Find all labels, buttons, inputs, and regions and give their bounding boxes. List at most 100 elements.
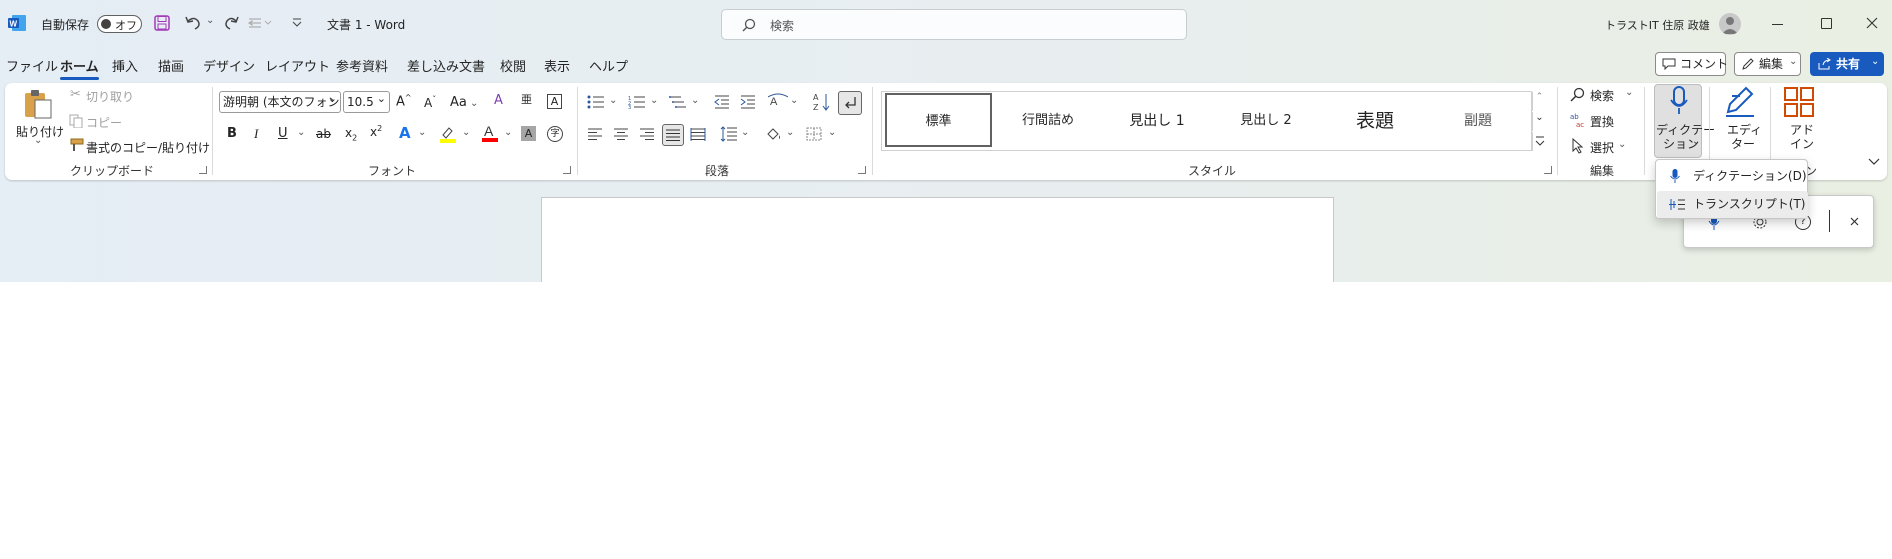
align-center-icon[interactable] bbox=[613, 128, 629, 141]
tab-mailings[interactable]: 差し込み文書 bbox=[407, 56, 485, 75]
format-painter-button[interactable]: 書式のコピー/貼り付け bbox=[86, 139, 210, 156]
shading-dropdown-icon[interactable]: ⌄ bbox=[786, 127, 794, 138]
word-app-icon[interactable]: W bbox=[8, 15, 26, 31]
borders-dropdown-icon[interactable]: ⌄ bbox=[828, 127, 836, 138]
character-shading-icon[interactable]: A bbox=[521, 126, 536, 141]
sort-icon[interactable]: AZ bbox=[813, 92, 831, 112]
styles-scroll-down-icon[interactable]: ⌄ bbox=[1532, 112, 1546, 131]
font-name-combo[interactable]: 游明朝 (本文のフォン bbox=[219, 91, 341, 113]
justify-icon[interactable] bbox=[662, 124, 684, 146]
align-right-icon[interactable] bbox=[639, 128, 655, 141]
menu-item-dictation[interactable]: ディクテーション(D) bbox=[1656, 163, 1807, 190]
grow-font-icon[interactable]: A^ bbox=[396, 93, 412, 109]
font-color-dropdown-icon[interactable]: ⌄ bbox=[504, 127, 512, 138]
subscript-icon[interactable]: x2 bbox=[345, 126, 357, 142]
underline-icon[interactable]: U bbox=[278, 126, 288, 141]
close-dictation-icon[interactable] bbox=[1850, 217, 1859, 226]
tab-draw[interactable]: 描画 bbox=[158, 56, 184, 75]
bullets-dropdown-icon[interactable]: ⌄ bbox=[609, 95, 617, 106]
menu-item-transcribe[interactable]: トランスクリプト(T) bbox=[1657, 191, 1808, 218]
text-effects-icon[interactable]: A bbox=[399, 124, 411, 142]
line-spacing-icon[interactable] bbox=[720, 126, 738, 142]
undo-icon[interactable] bbox=[184, 14, 202, 32]
style-subtitle[interactable]: 副題 bbox=[1431, 92, 1525, 150]
save-icon[interactable] bbox=[154, 15, 170, 31]
style-heading2[interactable]: 見出し 2 bbox=[1213, 92, 1319, 150]
close-icon[interactable] bbox=[1866, 17, 1878, 29]
highlight-icon[interactable] bbox=[440, 125, 456, 143]
tab-references[interactable]: 参考資料 bbox=[336, 56, 388, 75]
select-dropdown-icon[interactable]: ⌄ bbox=[1618, 139, 1626, 150]
numbering-dropdown-icon[interactable]: ⌄ bbox=[650, 95, 658, 106]
redo-icon[interactable] bbox=[222, 14, 240, 32]
undo-dropdown-icon[interactable]: ⌄ bbox=[206, 15, 214, 26]
tab-home[interactable]: ホーム bbox=[60, 56, 99, 80]
editor-icon[interactable] bbox=[1724, 86, 1756, 118]
underline-dropdown-icon[interactable]: ⌄ bbox=[297, 127, 305, 138]
clear-formatting-icon[interactable]: A bbox=[494, 93, 503, 108]
highlight-dropdown-icon[interactable]: ⌄ bbox=[462, 127, 470, 138]
text-effects-dropdown-icon[interactable]: ⌄ bbox=[418, 127, 426, 138]
shrink-font-icon[interactable]: Aˇ bbox=[424, 95, 436, 110]
phonetic-guide-icon[interactable]: 亜 bbox=[521, 91, 532, 107]
style-normal[interactable]: 標準 bbox=[885, 93, 992, 147]
line-spacing-dropdown-icon[interactable]: ⌄ bbox=[741, 127, 749, 138]
style-title[interactable]: 表題 bbox=[1322, 92, 1428, 150]
share-button[interactable]: 共有 ⌄ bbox=[1810, 52, 1884, 76]
styles-more-icon[interactable] bbox=[1532, 132, 1546, 151]
customize-qat-icon[interactable] bbox=[292, 18, 302, 28]
multilevel-dropdown-icon[interactable]: ⌄ bbox=[691, 95, 699, 106]
text-direction-dropdown-icon[interactable]: ⌄ bbox=[790, 95, 798, 106]
avatar[interactable] bbox=[1719, 13, 1741, 35]
clipboard-launcher-icon[interactable] bbox=[199, 166, 207, 174]
paragraph-launcher-icon[interactable] bbox=[858, 166, 866, 174]
styles-launcher-icon[interactable] bbox=[1544, 166, 1552, 174]
superscript-icon[interactable]: x2 bbox=[370, 124, 382, 139]
paste-icon[interactable] bbox=[22, 88, 54, 120]
tab-insert[interactable]: 挿入 bbox=[112, 56, 138, 75]
show-formatting-marks-icon[interactable] bbox=[838, 91, 862, 115]
addins-icon[interactable] bbox=[1784, 87, 1814, 117]
styles-scroll-up-icon[interactable]: ⌃ bbox=[1532, 92, 1546, 111]
numbering-icon[interactable]: 123 bbox=[628, 95, 646, 109]
strikethrough-icon[interactable]: ab bbox=[316, 127, 331, 141]
select-button[interactable]: 選択 bbox=[1590, 139, 1614, 156]
collapse-ribbon-icon[interactable] bbox=[1868, 158, 1880, 166]
change-case-button[interactable]: Aa ⌄ bbox=[450, 95, 478, 110]
minimize-icon[interactable] bbox=[1772, 24, 1783, 25]
align-left-icon[interactable] bbox=[587, 128, 603, 141]
find-dropdown-icon[interactable]: ⌄ bbox=[1625, 87, 1633, 98]
character-border-icon[interactable]: A bbox=[547, 94, 562, 109]
paste-dropdown-icon[interactable]: ⌄ bbox=[34, 135, 42, 146]
shading-icon[interactable] bbox=[765, 126, 783, 142]
font-launcher-icon[interactable] bbox=[563, 166, 571, 174]
bold-icon[interactable]: B bbox=[227, 126, 237, 141]
text-direction-icon[interactable]: A bbox=[768, 93, 788, 109]
distributed-icon[interactable] bbox=[690, 128, 706, 141]
italic-icon[interactable]: I bbox=[254, 126, 258, 142]
tab-layout[interactable]: レイアウト bbox=[265, 56, 330, 75]
borders-icon[interactable] bbox=[806, 127, 822, 141]
tab-design[interactable]: デザイン bbox=[203, 56, 255, 75]
dictate-dropdown-icon[interactable]: ⌄ bbox=[1692, 136, 1700, 147]
increase-indent-icon[interactable] bbox=[740, 95, 756, 109]
document-page[interactable] bbox=[541, 197, 1334, 282]
copy-button[interactable]: コピー bbox=[86, 114, 122, 131]
find-button[interactable]: 検索 bbox=[1590, 87, 1614, 104]
tab-file[interactable]: ファイル bbox=[6, 56, 58, 75]
style-no-spacing[interactable]: 行間詰め bbox=[995, 92, 1101, 150]
multilevel-list-icon[interactable] bbox=[669, 95, 687, 109]
comment-button[interactable]: コメント bbox=[1655, 52, 1728, 76]
font-color-icon[interactable]: A bbox=[482, 123, 498, 143]
maximize-icon[interactable] bbox=[1821, 18, 1832, 29]
tab-review[interactable]: 校閲 bbox=[500, 56, 526, 75]
user-name[interactable]: トラストIT 住原 政雄 bbox=[1605, 17, 1710, 33]
decrease-indent-icon[interactable] bbox=[714, 95, 730, 109]
enclose-characters-icon[interactable]: 字 bbox=[547, 126, 563, 142]
bullets-icon[interactable] bbox=[587, 95, 605, 109]
style-heading1[interactable]: 見出し 1 bbox=[1104, 92, 1210, 150]
font-size-combo[interactable]: 10.5 bbox=[343, 91, 390, 113]
editing-mode-button[interactable]: 編集 ⌄ bbox=[1734, 52, 1801, 76]
tab-view[interactable]: 表示 bbox=[544, 56, 570, 75]
replace-button[interactable]: 置換 bbox=[1590, 113, 1614, 130]
